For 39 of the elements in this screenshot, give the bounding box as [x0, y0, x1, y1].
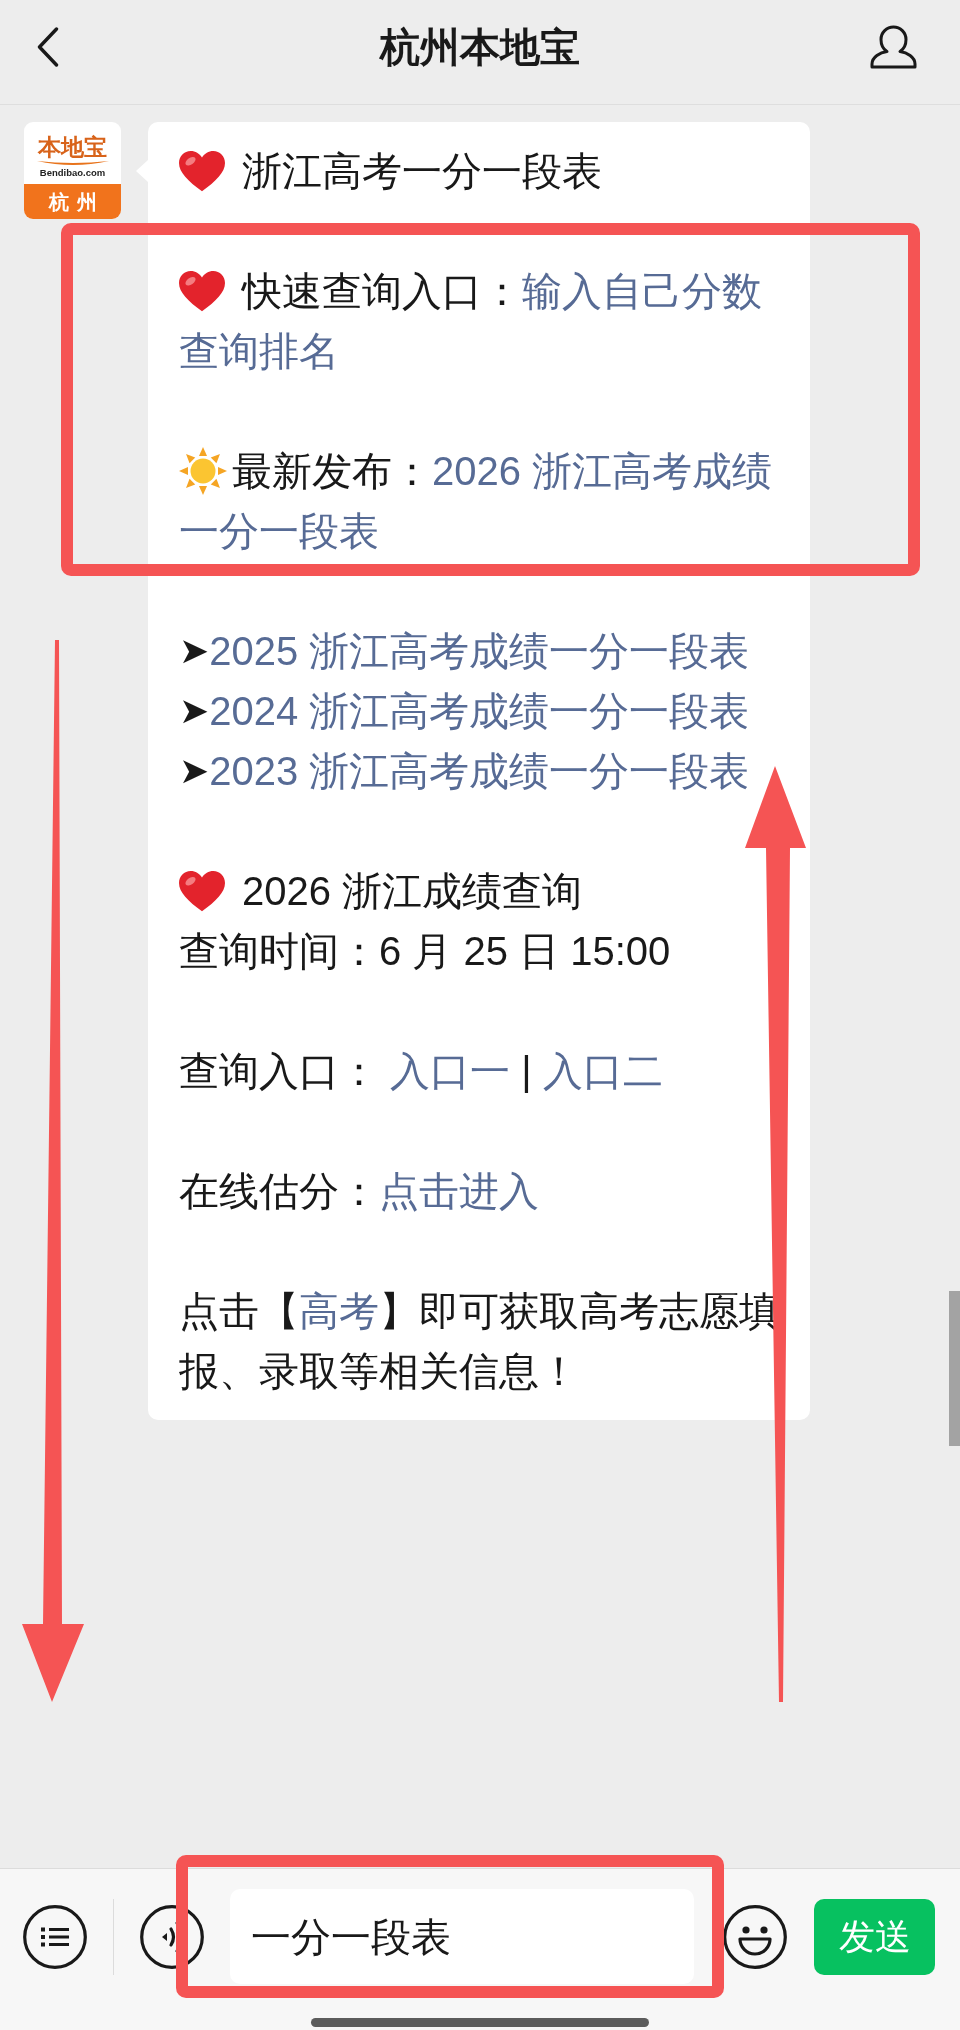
message-text: 浙江高考一分一段表: [242, 148, 602, 195]
message-text: 快速查询入口：: [242, 268, 522, 315]
message-text: |: [520, 1048, 533, 1095]
text-link[interactable]: 2025 浙江高考成绩一分一段表: [209, 627, 750, 675]
list-icon[interactable]: [23, 1904, 87, 1969]
text-link[interactable]: 2026 浙江高考成绩: [432, 447, 773, 495]
message-text: 在线估分：: [179, 1168, 379, 1215]
text-link[interactable]: 2024 浙江高考成绩一分一段表: [209, 687, 750, 735]
text-link[interactable]: 查询排名: [179, 327, 339, 375]
message-text: 报、录取等相关信息！: [179, 1348, 579, 1395]
sun-icon: [179, 447, 227, 495]
text-link[interactable]: 2023 浙江高考成绩一分一段表: [209, 747, 750, 795]
text-link[interactable]: 一分一段表: [179, 507, 379, 555]
message-text: 查询时间：6 月 25 日 15:00: [179, 928, 671, 975]
nav-title: 杭州本地宝: [380, 24, 580, 71]
text-link[interactable]: 高考: [299, 1287, 379, 1335]
text-link[interactable]: 入口二: [542, 1047, 663, 1095]
heart-icon: [179, 870, 225, 912]
list-bullet: ➤: [179, 749, 210, 793]
message-text: 点击【: [179, 1288, 299, 1335]
avatar-logo[interactable]: 本地宝 Bendibao.com 杭州: [24, 122, 121, 219]
list-bullet: ➤: [179, 629, 210, 673]
message-text: 查询入口：: [179, 1048, 380, 1095]
heart-icon: [179, 270, 225, 312]
text-link[interactable]: 入口一: [390, 1047, 511, 1095]
list-bullet: ➤: [179, 689, 210, 733]
message-text: 最新发布：: [232, 448, 432, 495]
text-link[interactable]: 点击进入: [379, 1167, 539, 1215]
heart-icon: [179, 150, 225, 192]
logo-domain: Bendibao.com: [39, 167, 106, 178]
message-text: 2026 浙江成绩查询: [242, 868, 583, 915]
smiley-icon[interactable]: [723, 1904, 787, 1969]
sound-wave-icon[interactable]: [140, 1904, 204, 1969]
text-link[interactable]: 输入自己分数: [522, 267, 762, 315]
logo-city-text: 杭州: [47, 189, 105, 214]
message-input[interactable]: 一分一段表: [230, 1889, 694, 1984]
person-icon[interactable]: [870, 25, 917, 69]
logo-text: 本地宝: [38, 135, 107, 160]
chevron-left-icon[interactable]: [37, 27, 59, 67]
